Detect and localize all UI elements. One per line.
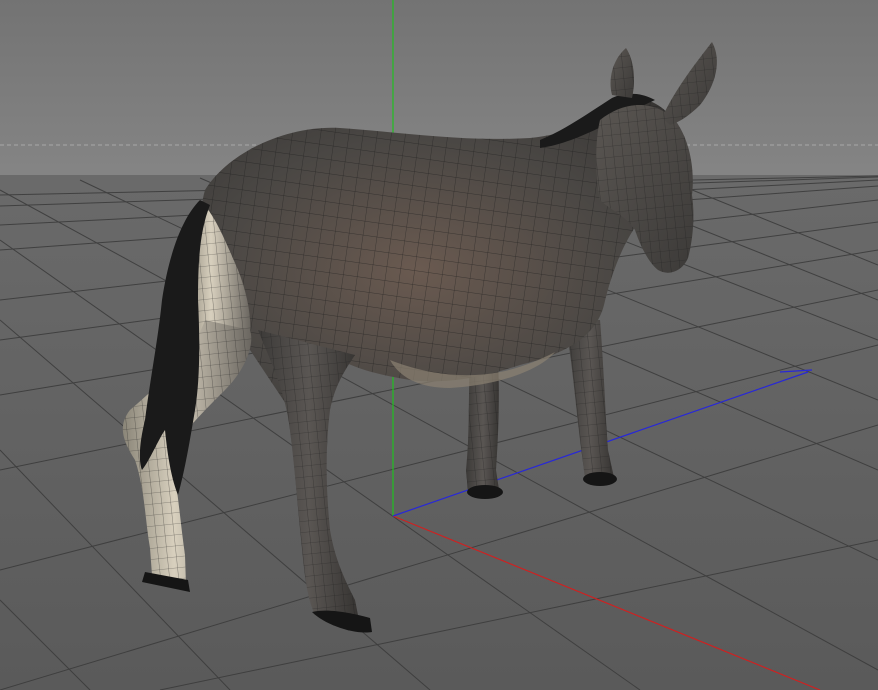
3d-viewport[interactable] [0,0,878,690]
